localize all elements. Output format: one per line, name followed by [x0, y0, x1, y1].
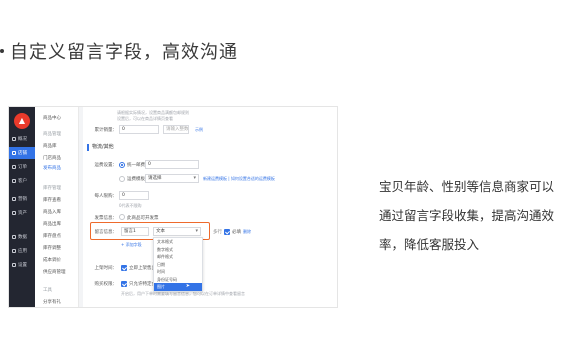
add-message-link[interactable]: + 添加字段 [121, 242, 142, 248]
headline-title: 自定义留言字段，高效沟通 [10, 42, 238, 63]
shipping-template-select[interactable]: 请选择 ▾ [145, 174, 199, 183]
subnav-supplier[interactable]: 供应商管理 [43, 269, 66, 275]
subnav-stock-adjust[interactable]: 库存调整 [43, 245, 61, 251]
top-hint-2: 设置后，可以在商品详情页查看 [117, 116, 173, 121]
data-icon [12, 235, 16, 239]
subnav-stock-out[interactable]: 商品出库 [43, 221, 61, 227]
nav-item-data[interactable]: 数据 [9, 231, 35, 243]
shipping-label: 运费设置： [94, 163, 118, 168]
feature-description: 宝贝年龄、性别等信息商家可以 通过留言字段收集，提高沟通效 率，降低客服投入 [379, 172, 569, 259]
nav-item-marketing[interactable]: 营销 [9, 193, 35, 205]
limit-hint: 0代表不限购 [119, 203, 142, 208]
subnav-stocktake[interactable]: 库存盘点 [43, 233, 61, 239]
shipping-flat-radio[interactable] [119, 162, 125, 168]
dropdown-option-selected[interactable]: 图片 ➤ [154, 283, 202, 291]
product-editor-screenshot: ▲ 概况 店铺 订单 客户 营销 资产 数据 应用 设置 商品中心 商品管理 商… [8, 106, 338, 308]
onsale-text: 立即上架售卖 [129, 266, 156, 271]
section-title-logistics: 物流/其他 [87, 144, 114, 151]
description-line: 率，降低客服投入 [379, 237, 480, 252]
product-form: 请根据实际情况，设置商品满额包邮规则 设置后，可以在商品详情页查看 累计销量： … [83, 107, 337, 307]
store-icon [12, 151, 16, 155]
subnav-group-tools: 工具 [43, 288, 52, 293]
subnav-store-products[interactable]: 门店商品 [43, 155, 61, 161]
invoice-text: 此商品可开发票 [127, 216, 159, 221]
subnav-group-inventory: 库存管理 [43, 186, 61, 191]
required-prefix: 多行 [213, 230, 222, 235]
headline: 自定义留言字段，高效沟通 [0, 38, 238, 64]
required-checkbox[interactable] [224, 229, 230, 235]
sales-input[interactable]: 0 [119, 125, 159, 134]
dropdown-option[interactable]: 日期 [154, 261, 202, 269]
order-icon [12, 165, 16, 169]
description-line: 通过留言字段收集，提高沟通效 [379, 208, 555, 223]
cursor-arrow-icon: ➤ [185, 283, 190, 289]
subnav-product-center[interactable]: 商品中心 [43, 115, 61, 121]
shipping-template-link[interactable]: 新建运费模板 | 如何设置合适的运费模板 [203, 176, 275, 182]
dropdown-option[interactable]: 文本格式 [154, 238, 202, 246]
nav-item-assets[interactable]: 资产 [9, 207, 35, 219]
dropdown-option[interactable]: 邮件格式 [154, 253, 202, 261]
nav-item-orders[interactable]: 订单 [9, 161, 35, 173]
main-nav: ▲ 概况 店铺 订单 客户 营销 资产 数据 应用 设置 [9, 107, 35, 307]
sales-unit-input[interactable]: 请输入整数 [163, 125, 189, 134]
message-type-dropdown: 文本格式 数字格式 邮件格式 日期 时间 身份证号码 图片 ➤ [153, 237, 203, 292]
shipping-template-radio[interactable] [119, 176, 125, 182]
subnav-group-product: 商品管理 [43, 132, 61, 137]
chevron-down-icon: ▾ [193, 175, 196, 181]
sales-label: 累计销量： [94, 128, 118, 133]
bottom-hint: 开启后，用户下单时需要填写留言信息，您可以在订单详情中查看留言 [121, 291, 245, 296]
settings-icon [12, 263, 16, 267]
marketing-icon [12, 197, 16, 201]
limit-input[interactable]: 0 [119, 191, 149, 200]
delete-message-link[interactable]: 删除 [243, 229, 251, 235]
buy-checkbox[interactable] [121, 281, 127, 287]
nav-item-store[interactable]: 店铺 [9, 147, 35, 159]
app-logo[interactable]: ▲ [14, 113, 30, 129]
dropdown-option[interactable]: 时间 [154, 268, 202, 276]
nav-item-customers[interactable]: 客户 [9, 175, 35, 187]
subnav-inventory-view[interactable]: 库存查看 [43, 197, 61, 203]
onsale-checkbox[interactable] [121, 265, 127, 271]
shipping-flat-input[interactable]: 0 [145, 160, 199, 169]
app-icon [12, 249, 16, 253]
buy-label: 购买权限： [94, 282, 118, 287]
invoice-label: 发票信息： [94, 216, 118, 221]
dropdown-option[interactable]: 数字格式 [154, 246, 202, 254]
dashboard-icon [12, 137, 16, 141]
subnav-product-library[interactable]: 商品库 [43, 143, 57, 149]
shipping-template-text: 运费模板 [127, 177, 145, 182]
nav-item-apps[interactable]: 应用 [9, 245, 35, 257]
subnav-stock-in[interactable]: 商品入库 [43, 209, 61, 215]
shipping-flat-text: 统一邮费 [127, 163, 145, 168]
onsale-label: 上架时间： [94, 266, 118, 271]
invoice-radio[interactable] [119, 214, 125, 220]
description-line: 宝贝年龄、性别等信息商家可以 [379, 179, 555, 194]
subnav-publish-product[interactable]: 发布商品 [43, 165, 61, 171]
dropdown-option[interactable]: 身份证号码 [154, 276, 202, 284]
sub-nav: 商品中心 商品管理 商品库 门店商品 发布商品 库存管理 库存查看 商品入库 商… [35, 107, 79, 307]
subnav-cost-adjust[interactable]: 成本调价 [43, 257, 61, 263]
subnav-share-gift[interactable]: 分享有礼 [43, 299, 61, 305]
customer-icon [12, 179, 16, 183]
sales-example-link[interactable]: 示例 [195, 127, 203, 133]
limit-label: 每人限购： [94, 194, 118, 199]
bullet-dot [0, 49, 4, 53]
nav-item-settings[interactable]: 设置 [9, 259, 35, 271]
nav-item-overview[interactable]: 概况 [9, 133, 35, 145]
required-text: 必填 [232, 230, 241, 235]
asset-icon [12, 211, 16, 215]
